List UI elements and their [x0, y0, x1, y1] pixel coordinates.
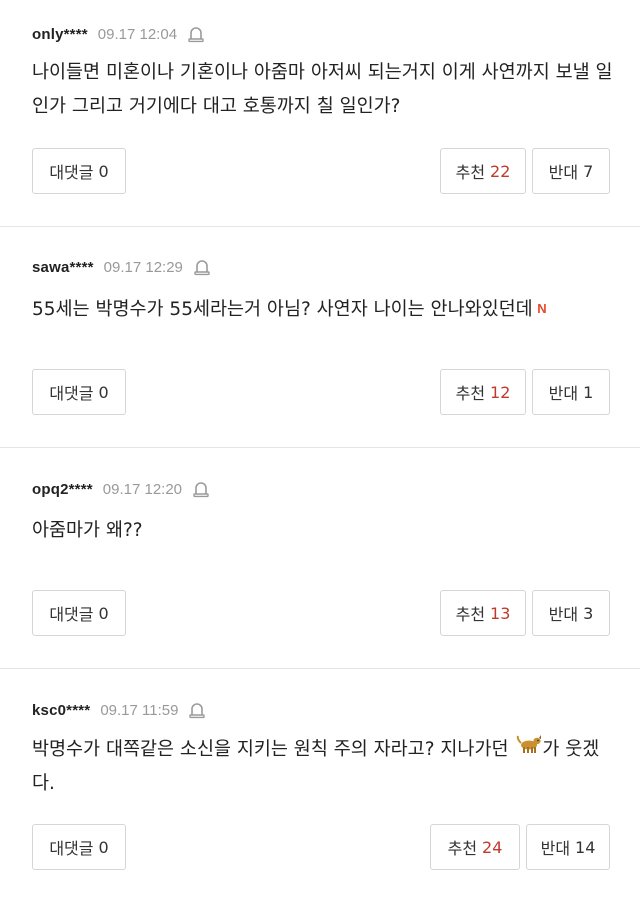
reply-count: 0	[98, 382, 109, 402]
like-count: 24	[482, 837, 503, 857]
comment-text-body: 55세는 박명수가 55세라는거 아님? 사연자 나이는 안나와있던데	[32, 299, 533, 320]
reply-button[interactable]: 대댓글 0	[32, 369, 126, 415]
like-label: 추천	[447, 839, 478, 858]
comment-author[interactable]: opq2****	[32, 481, 93, 498]
dislike-count: 3	[583, 603, 594, 623]
dislike-button[interactable]: 반대 7	[532, 148, 610, 194]
comment-meta: opq2**** 09.17 12:20	[32, 479, 210, 499]
comment-3: opq2**** 09.17 12:20 아줌마가 왜?? 대댓글 0 추천 1…	[0, 448, 640, 668]
reply-count: 0	[98, 161, 109, 181]
dislike-count: 14	[575, 837, 596, 857]
new-badge-text: N	[537, 301, 546, 315]
reply-label: 대댓글	[49, 163, 94, 182]
dislike-count: 1	[583, 382, 594, 402]
reply-label: 대댓글	[49, 384, 94, 403]
dislike-label: 반대	[540, 839, 571, 858]
like-button[interactable]: 추천 13	[440, 590, 526, 636]
reply-label: 대댓글	[49, 605, 94, 624]
comment-meta: sawa**** 09.17 12:29	[32, 257, 211, 277]
dislike-label: 반대	[548, 163, 579, 182]
comment-meta: only**** 09.17 12:04	[32, 24, 205, 44]
dislike-label: 반대	[548, 605, 579, 624]
like-button[interactable]: 추천 12	[440, 369, 526, 415]
comment-time: 09.17 11:59	[100, 701, 179, 719]
comment-1: only**** 09.17 12:04 나이들면 미혼이나 기혼이나 아줌마 …	[0, 0, 640, 226]
comment-author[interactable]: only****	[32, 26, 88, 43]
like-button[interactable]: 추천 24	[430, 824, 520, 870]
comment-text: 나이들면 미혼이나 기혼이나 아줌마 아저씨 되는거지 이게 사연까지 보낼 일…	[32, 62, 613, 117]
reply-count: 0	[98, 603, 109, 623]
reply-label: 대댓글	[49, 839, 94, 858]
report-siren-icon[interactable]	[187, 25, 205, 43]
dislike-button[interactable]: 반대 14	[526, 824, 610, 870]
dislike-label: 반대	[548, 384, 579, 403]
comment-time: 09.17 12:04	[97, 25, 178, 43]
report-siren-icon[interactable]	[188, 701, 206, 719]
dislike-count: 7	[583, 161, 594, 181]
report-siren-icon[interactable]	[192, 480, 210, 498]
comment-text: 박명수가 대쪽같은 소신을 지키는 원칙 주의 자라고? 지나가던 가 웃겠다.	[32, 733, 616, 801]
reply-button[interactable]: 대댓글 0	[32, 590, 126, 636]
like-label: 추천	[455, 605, 486, 624]
new-badge-icon: N	[535, 293, 549, 327]
dog-icon	[516, 733, 542, 767]
reply-button[interactable]: 대댓글 0	[32, 824, 126, 870]
comment-meta: ksc0**** 09.17 11:59	[32, 700, 206, 720]
reply-button[interactable]: 대댓글 0	[32, 148, 126, 194]
reply-count: 0	[98, 837, 109, 857]
comment-text: 55세는 박명수가 55세라는거 아님? 사연자 나이는 안나와있던데 N	[32, 293, 616, 327]
dislike-button[interactable]: 반대 3	[532, 590, 610, 636]
like-button[interactable]: 추천 22	[440, 148, 526, 194]
comment-2: sawa**** 09.17 12:29 55세는 박명수가 55세라는거 아님…	[0, 227, 640, 447]
comment-4: ksc0**** 09.17 11:59 박명수가 대쪽같은 소신을 지키는 원…	[0, 669, 640, 898]
like-count: 22	[490, 161, 511, 181]
comment-text-before: 박명수가 대쪽같은 소신을 지키는 원칙 주의 자라고? 지나가던	[32, 739, 509, 760]
comment-author[interactable]: sawa****	[32, 259, 94, 276]
like-count: 12	[490, 382, 511, 402]
comment-time: 09.17 12:20	[102, 480, 183, 498]
like-count: 13	[490, 603, 511, 623]
like-label: 추천	[455, 163, 486, 182]
comment-author[interactable]: ksc0****	[32, 702, 90, 719]
like-label: 추천	[455, 384, 486, 403]
comment-time: 09.17 12:29	[103, 258, 183, 276]
report-siren-icon[interactable]	[193, 258, 211, 276]
dislike-button[interactable]: 반대 1	[532, 369, 610, 415]
comment-text: 아줌마가 왜??	[32, 520, 143, 541]
